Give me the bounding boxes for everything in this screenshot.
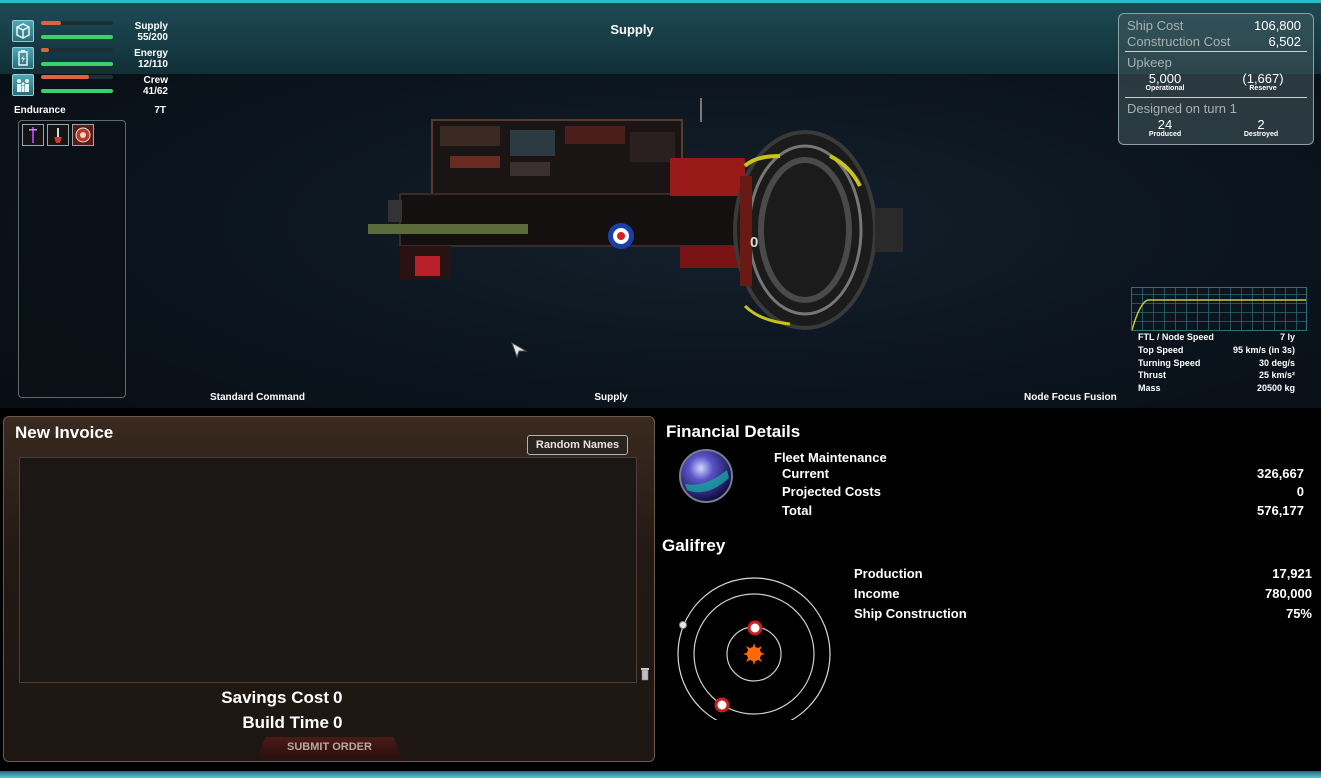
current-label: Current [782, 466, 829, 481]
ship-construction-label: Ship Construction [854, 606, 967, 621]
moon-marker[interactable] [679, 621, 687, 629]
designed-on-label: Designed on turn 1 [1127, 101, 1237, 116]
crew-icon [12, 74, 34, 96]
invoice-title: New Invoice [15, 423, 114, 442]
ship-class-title: Supply [610, 22, 654, 37]
savings-cost-label: Savings Cost [221, 688, 329, 707]
thrust-label: Thrust [1138, 370, 1166, 380]
random-names-button[interactable]: Random Names [527, 435, 628, 455]
energy-icon [12, 47, 34, 69]
mass-value: 20500 kg [1256, 383, 1295, 393]
ship-viewer[interactable]: Supply Supply 55/200 Energy 12/110 Crew … [0, 0, 1321, 408]
top-speed-label: Top Speed [1138, 345, 1184, 355]
energy-label: Energy [134, 48, 168, 59]
savings-cost-value: 0 [333, 688, 343, 707]
operational-value: 5,000 [1148, 71, 1182, 86]
reserve-value: (1,667) [1242, 71, 1284, 86]
projected-costs-label: Projected Costs [782, 484, 881, 499]
planet-name: Galifrey [662, 536, 726, 555]
energy-bar-red [41, 48, 49, 52]
new-invoice-panel: New Invoice Random Names Savings Cost 0 … [3, 416, 655, 762]
upkeep-label: Upkeep [1127, 55, 1172, 70]
ship-number-label: 0 [750, 234, 758, 251]
sun-icon [743, 643, 765, 665]
module-slot-command[interactable] [22, 124, 44, 146]
energy-bar-back [41, 48, 113, 52]
income-label: Income [854, 586, 900, 601]
supply-value: 55/200 [137, 32, 168, 43]
trash-icon[interactable] [640, 667, 650, 681]
empire-globe-icon [679, 449, 733, 503]
energy-value: 12/110 [137, 59, 168, 70]
ftl-speed-label: FTL / Node Speed [1138, 332, 1214, 342]
construction-cost-label: Construction Cost [1127, 34, 1231, 49]
endurance-label: Endurance [14, 105, 66, 116]
submit-order-button[interactable]: SUBMIT ORDER [257, 737, 402, 757]
crew-bar-red [41, 75, 89, 79]
turning-speed-label: Turning Speed [1138, 358, 1201, 368]
reactor-label: Node Focus Fusion [1024, 392, 1117, 403]
crew-value: 41/62 [142, 86, 168, 97]
destroyed-value: 2 [1257, 117, 1265, 132]
module-panel[interactable] [18, 120, 126, 398]
supply-label: Supply [134, 21, 168, 32]
ship-model[interactable]: 0 [360, 96, 910, 336]
financial-details-title: Financial Details [666, 422, 801, 441]
ftl-speed-value: 7 ly [1279, 332, 1295, 342]
planet-marker[interactable] [714, 697, 730, 713]
production-value: 17,921 [1272, 566, 1312, 581]
crew-bar-green [41, 89, 113, 93]
thrust-value: 25 km/s² [1258, 370, 1295, 380]
supply-bar-green [41, 35, 113, 39]
fleet-maintenance-label: Fleet Maintenance [774, 450, 887, 465]
planet-marker[interactable] [747, 620, 763, 636]
current-value: 326,667 [1257, 466, 1304, 481]
total-label: Total [782, 503, 813, 518]
build-time-label: Build Time [242, 713, 329, 732]
top-speed-value: 95 km/s (in 3s) [1232, 345, 1295, 355]
total-value: 576,177 [1257, 503, 1304, 518]
production-label: Production [854, 566, 923, 581]
ship-cost-panel: Ship Cost 106,800 Construction Cost 6,50… [1118, 13, 1314, 145]
supply-bar-back [41, 21, 113, 25]
module-slot-weapon[interactable] [47, 124, 69, 146]
endurance-value: 7T [154, 105, 166, 116]
turning-speed-value: 30 deg/s [1258, 358, 1295, 368]
projected-costs-value: 0 [1296, 484, 1304, 499]
operational-label: Operational [1145, 85, 1185, 92]
income-value: 780,000 [1265, 586, 1312, 601]
supply-bar-red [41, 21, 61, 25]
construction-cost-value: 6,502 [1268, 34, 1301, 49]
supply-icon [12, 20, 34, 42]
acceleration-graph [1131, 287, 1307, 331]
invoice-list[interactable] [19, 457, 637, 683]
module-slot-reactor[interactable] [72, 124, 94, 146]
build-time-value: 0 [333, 713, 343, 732]
energy-bar-green [41, 62, 113, 66]
divider [1125, 51, 1307, 52]
ship-cost-value: 106,800 [1254, 18, 1301, 33]
cursor-icon [511, 342, 528, 358]
bottom-border [0, 771, 1321, 778]
crew-bar-back [41, 75, 113, 79]
produced-label: Produced [1148, 131, 1182, 138]
crew-label: Crew [143, 75, 168, 86]
divider [1125, 97, 1307, 98]
reserve-label: Reserve [1249, 85, 1277, 92]
system-map[interactable] [674, 574, 836, 720]
destroyed-label: Destroyed [1243, 131, 1279, 138]
ship-cost-label: Ship Cost [1127, 18, 1184, 33]
produced-value: 24 [1157, 117, 1173, 132]
ship-construction-value: 75% [1285, 606, 1312, 621]
